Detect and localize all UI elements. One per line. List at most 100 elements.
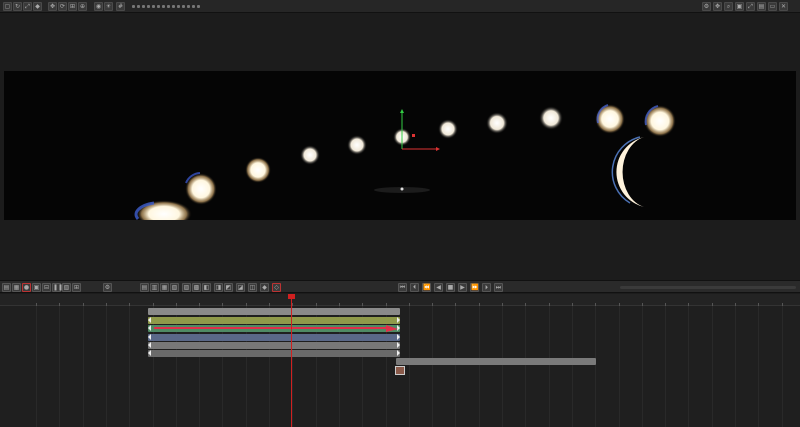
gear-icon[interactable]: ⚙ bbox=[103, 283, 112, 292]
rotate-icon[interactable]: ↻ bbox=[13, 2, 22, 11]
grid-line bbox=[781, 306, 783, 427]
grid-line bbox=[408, 306, 410, 427]
grid-line bbox=[711, 306, 713, 427]
key-tool-icon[interactable]: ◧ bbox=[202, 283, 211, 292]
key-tool-icon[interactable]: ▦ bbox=[160, 283, 169, 292]
timeline-clip[interactable] bbox=[396, 358, 596, 365]
grid-line bbox=[432, 306, 434, 427]
sphere-4 bbox=[347, 135, 367, 155]
window-icon[interactable]: ▭ bbox=[768, 2, 777, 11]
sphere-6 bbox=[438, 119, 458, 139]
timeline-tool-icon[interactable]: ▧ bbox=[62, 283, 71, 292]
grid-line bbox=[478, 306, 480, 427]
playhead[interactable] bbox=[291, 294, 292, 427]
rotate-3d-icon[interactable]: ⟳ bbox=[58, 2, 67, 11]
timeline-tool-icon[interactable]: ⊞ bbox=[72, 283, 81, 292]
clip-end-arrow-icon[interactable] bbox=[397, 342, 400, 348]
toolbar-dot-icon bbox=[137, 5, 140, 8]
key-tool-icon[interactable]: ◇ bbox=[272, 283, 281, 292]
stop-button[interactable]: ■ bbox=[446, 283, 455, 292]
timeline-tool-icon[interactable]: ● bbox=[22, 283, 31, 292]
step-forward-button[interactable]: ⏩ bbox=[470, 283, 479, 292]
grid-line bbox=[129, 306, 131, 427]
close-icon[interactable]: ✕ bbox=[779, 2, 788, 11]
light-icon[interactable]: ☀ bbox=[104, 2, 113, 11]
go-start-button[interactable]: ⏮ bbox=[398, 283, 407, 292]
timeline-tool-icon[interactable]: ❚❚ bbox=[52, 283, 63, 292]
timeline-clip[interactable] bbox=[148, 334, 400, 341]
timeline-tool-icon[interactable]: ⊟ bbox=[42, 283, 51, 292]
timeline-tool-icon[interactable]: ▣ bbox=[32, 283, 41, 292]
fit-icon[interactable]: ⤢ bbox=[746, 2, 755, 11]
toolbar-dot-icon bbox=[172, 5, 175, 8]
key-tool-icon[interactable]: ◨ bbox=[214, 283, 223, 292]
clip-start-arrow-icon[interactable] bbox=[148, 317, 151, 323]
clip-start-arrow-icon[interactable] bbox=[148, 334, 151, 340]
grid-line bbox=[571, 306, 573, 427]
grid-line bbox=[665, 306, 667, 427]
key-tool-icon[interactable]: ▩ bbox=[192, 283, 201, 292]
clip-start-arrow-icon[interactable] bbox=[148, 342, 151, 348]
key-tool-icon[interactable]: ▥ bbox=[150, 283, 159, 292]
key-tool-icon[interactable]: ▧ bbox=[170, 283, 179, 292]
grid-line bbox=[735, 306, 736, 427]
scale-3d-icon[interactable]: ⊞ bbox=[68, 2, 77, 11]
timeline-clip[interactable] bbox=[148, 308, 400, 315]
grid-line bbox=[595, 306, 597, 427]
key-tool-icon[interactable]: ◆ bbox=[260, 283, 269, 292]
key-tool-icon[interactable]: ▤ bbox=[140, 283, 149, 292]
anim-curve bbox=[154, 325, 398, 332]
transform-icon[interactable]: ⊕ bbox=[78, 2, 87, 11]
settings-icon[interactable]: ⚙ bbox=[702, 2, 711, 11]
main-toolbar: ▢ ↻ ⤢ ◆ ✥ ⟳ ⊞ ⊕ ◉ ☀ # ⚙ ✥ ⌕ ▣ ⤢ ▤ ▭ ✕ bbox=[0, 0, 800, 13]
3d-viewport[interactable] bbox=[4, 71, 796, 220]
toolbar-dot-icon bbox=[197, 5, 200, 8]
key-tool-icon[interactable]: ◪ bbox=[236, 283, 245, 292]
toolbar-dot-icon bbox=[142, 5, 145, 8]
clip-end-arrow-icon[interactable] bbox=[397, 317, 400, 323]
move-view-icon[interactable]: ✥ bbox=[713, 2, 722, 11]
timeline-ruler[interactable] bbox=[0, 294, 800, 306]
frame-icon[interactable]: ▣ bbox=[735, 2, 744, 11]
step-back-button[interactable]: ⏪ bbox=[422, 283, 431, 292]
toolbar-dot-icon bbox=[152, 5, 155, 8]
keyframe-thumbnail[interactable] bbox=[395, 366, 405, 375]
ik-icon[interactable]: ◆ bbox=[33, 2, 42, 11]
layout-icon[interactable]: ▤ bbox=[757, 2, 766, 11]
key-tool-icon[interactable]: ▨ bbox=[182, 283, 191, 292]
timeline-tool-icon[interactable]: ▦ bbox=[12, 283, 21, 292]
play-button[interactable]: ▶ bbox=[458, 283, 467, 292]
grid-line bbox=[105, 306, 107, 427]
grid-line bbox=[548, 306, 550, 427]
key-tool-icon[interactable]: ◫ bbox=[248, 283, 257, 292]
timeline-clip[interactable] bbox=[148, 317, 400, 324]
toolbar-dot-icon bbox=[192, 5, 195, 8]
key-tool-icon[interactable]: ◩ bbox=[224, 283, 233, 292]
sphere-7 bbox=[486, 112, 508, 134]
timeline-tool-icon[interactable]: ▤ bbox=[2, 283, 11, 292]
clip-end-arrow-icon[interactable] bbox=[397, 334, 400, 340]
scale-icon[interactable]: ⤢ bbox=[23, 2, 32, 11]
timeline-clip[interactable] bbox=[148, 342, 400, 349]
select-icon[interactable]: ▢ bbox=[3, 2, 12, 11]
zoom-icon[interactable]: ⌕ bbox=[724, 2, 733, 11]
clip-end-arrow-icon[interactable] bbox=[397, 350, 400, 356]
prev-key-button[interactable]: ⏴ bbox=[410, 283, 419, 292]
play-back-button[interactable]: ◀ bbox=[434, 283, 443, 292]
toolbar-dot-icon bbox=[157, 5, 160, 8]
sphere-bottom-left bbox=[136, 200, 192, 220]
next-key-button[interactable]: ⏵ bbox=[482, 283, 491, 292]
grid-line bbox=[82, 306, 84, 427]
grid-line bbox=[641, 306, 643, 427]
timeline-clip[interactable] bbox=[148, 350, 400, 357]
viewport-render bbox=[134, 104, 676, 220]
go-end-button[interactable]: ⏭ bbox=[494, 283, 503, 292]
camera-icon[interactable]: ◉ bbox=[94, 2, 103, 11]
timeline-zoom-slider[interactable] bbox=[620, 286, 796, 289]
toolbar-dot-icon bbox=[187, 5, 190, 8]
grid-icon[interactable]: # bbox=[116, 2, 125, 11]
clip-start-arrow-icon[interactable] bbox=[148, 350, 151, 356]
move-icon[interactable]: ✥ bbox=[48, 2, 57, 11]
grid-line bbox=[688, 306, 690, 427]
playhead-handle[interactable] bbox=[288, 294, 295, 299]
